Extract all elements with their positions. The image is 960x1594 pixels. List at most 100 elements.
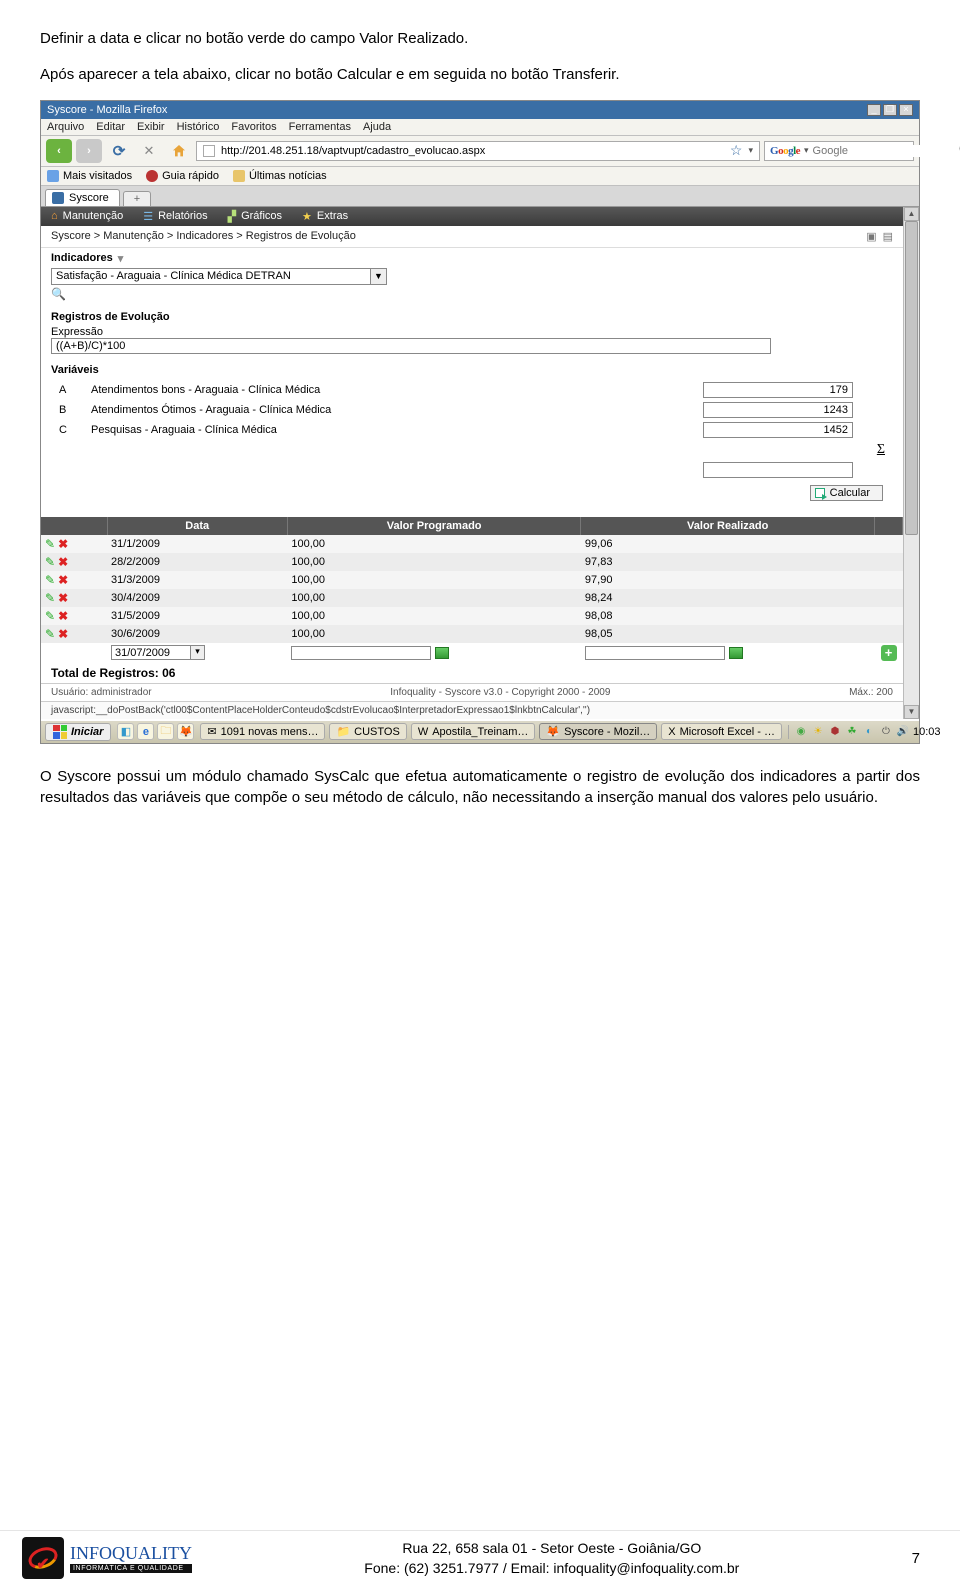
scroll-thumb[interactable] — [905, 221, 918, 536]
nav-extras[interactable]: ★ Extras — [302, 210, 348, 223]
bookmark-mais-visitados[interactable]: Mais visitados — [47, 170, 132, 182]
menu-editar[interactable]: Editar — [96, 121, 125, 133]
tab-label: Syscore — [69, 192, 109, 204]
expand-icon[interactable]: ▣ — [866, 230, 876, 243]
edit-icon[interactable]: ✎ — [45, 591, 55, 605]
task-label: Apostila_Treinam… — [432, 726, 528, 738]
edit-icon[interactable]: ✎ — [45, 555, 55, 569]
new-real-input[interactable] — [585, 646, 725, 660]
status-bar: Usuário: administrador Infoquality - Sys… — [41, 683, 903, 701]
start-button[interactable]: Iniciar — [45, 723, 111, 741]
search-dropdown-icon[interactable]: ▾ — [804, 145, 809, 156]
system-tray: ◉ ☀ ⬢ ☘ ◐ ⏻ 🔊 10:03 — [788, 725, 941, 739]
bookmark-guia-rapido[interactable]: Guia rápido — [146, 170, 219, 182]
menu-ferramentas[interactable]: Ferramentas — [289, 121, 351, 133]
delete-icon[interactable]: ✖ — [58, 609, 68, 623]
collapse-icon[interactable]: ▤ — [883, 230, 893, 243]
scroll-down-icon[interactable]: ▼ — [904, 705, 919, 719]
indicadores-label: Indicadores — [51, 252, 113, 264]
minimize-button[interactable]: _ — [867, 104, 881, 116]
dropdown-arrow-icon[interactable]: ▼ — [371, 268, 387, 285]
cell-prog: 100,00 — [287, 607, 581, 625]
edit-icon[interactable]: ✎ — [45, 627, 55, 641]
footer-contact: Fone: (62) 3251.7977 / Email: infoqualit… — [192, 1558, 912, 1578]
new-date-input[interactable] — [111, 645, 191, 660]
tab-syscore[interactable]: Syscore — [45, 189, 120, 206]
ql-desktop-icon[interactable]: ◧ — [117, 723, 134, 740]
bookmarks-bar: Mais visitados Guia rápido Últimas notíc… — [41, 167, 919, 186]
back-button[interactable]: ‹ — [46, 139, 72, 163]
nav-relatorios[interactable]: ☰ Relatórios — [143, 210, 207, 223]
reload-button[interactable]: ⟳ — [106, 139, 132, 163]
var-c-input[interactable] — [703, 422, 853, 438]
nav-graficos[interactable]: ▞ Gráficos — [228, 210, 282, 223]
sigma-icon[interactable]: Σ — [877, 442, 885, 457]
vertical-scrollbar[interactable]: ▲ ▼ — [903, 207, 919, 719]
close-button[interactable]: × — [899, 104, 913, 116]
menu-favoritos[interactable]: Favoritos — [231, 121, 276, 133]
expressao-input[interactable] — [51, 338, 771, 354]
bookmark-ultimas-noticias[interactable]: Últimas notícias — [233, 170, 327, 182]
edit-icon[interactable]: ✎ — [45, 573, 55, 587]
titlebar[interactable]: Syscore - Mozilla Firefox _ ❐ × — [41, 101, 919, 119]
tray-icon[interactable]: ⏻ — [879, 725, 893, 739]
taskbar-task[interactable]: WApostila_Treinam… — [411, 723, 536, 740]
forward-button[interactable]: › — [76, 139, 102, 163]
url-bar[interactable]: http://201.48.251.18/vaptvupt/cadastro_e… — [196, 141, 760, 161]
filter-icon[interactable]: ▾ — [118, 252, 124, 265]
var-row-a: A Atendimentos bons - Araguaia - Clínica… — [53, 381, 891, 399]
var-a-input[interactable] — [703, 382, 853, 398]
indicadores-select[interactable]: ▼ — [51, 268, 893, 285]
bookmark-star-icon[interactable]: ☆ — [730, 142, 743, 159]
magnify-icon[interactable]: 🔍 — [51, 287, 893, 301]
save-real-button[interactable] — [729, 647, 743, 659]
delete-icon[interactable]: ✖ — [58, 591, 68, 605]
page-icon — [203, 145, 215, 157]
expressao-label: Expressão — [51, 326, 893, 338]
ql-explorer-icon[interactable]: 🗀 — [157, 723, 174, 740]
delete-icon[interactable]: ✖ — [58, 555, 68, 569]
tray-volume-icon[interactable]: 🔊 — [896, 725, 910, 739]
indicadores-value[interactable] — [51, 268, 371, 285]
taskbar-task[interactable]: 📁CUSTOS — [329, 723, 406, 740]
taskbar-task[interactable]: 🦊Syscore - Mozil… — [539, 723, 657, 740]
ql-firefox-icon[interactable]: 🦊 — [177, 723, 194, 740]
home-button[interactable] — [166, 139, 192, 163]
ql-ie-icon[interactable]: e — [137, 723, 154, 740]
add-row-button[interactable]: + — [881, 645, 897, 661]
tray-icon[interactable]: ◉ — [794, 725, 808, 739]
scroll-up-icon[interactable]: ▲ — [904, 207, 919, 221]
taskbar-task[interactable]: XMicrosoft Excel - … — [661, 723, 782, 740]
delete-icon[interactable]: ✖ — [58, 537, 68, 551]
stop-button[interactable]: ✕ — [136, 139, 162, 163]
menu-historico[interactable]: Histórico — [177, 121, 220, 133]
tray-icon[interactable]: ⬢ — [828, 725, 842, 739]
tray-icon[interactable]: ☀ — [811, 725, 825, 739]
var-b-input[interactable] — [703, 402, 853, 418]
var-result-input[interactable] — [703, 462, 853, 478]
tab-bar: Syscore + — [41, 186, 919, 207]
save-prog-button[interactable] — [435, 647, 449, 659]
edit-icon[interactable]: ✎ — [45, 537, 55, 551]
new-tab-button[interactable]: + — [123, 191, 151, 206]
nav-manutencao[interactable]: ⌂ Manutenção — [51, 210, 123, 222]
new-prog-input[interactable] — [291, 646, 431, 660]
menu-exibir[interactable]: Exibir — [137, 121, 165, 133]
calcular-button[interactable]: Calcular — [810, 485, 883, 501]
edit-icon[interactable]: ✎ — [45, 609, 55, 623]
doc-paragraph-3: O Syscore possui um módulo chamado SysCa… — [40, 766, 920, 810]
cell-data: 31/3/2009 — [107, 571, 287, 589]
url-dropdown-icon[interactable]: ▾ — [748, 145, 753, 156]
delete-icon[interactable]: ✖ — [58, 573, 68, 587]
menu-ajuda[interactable]: Ajuda — [363, 121, 391, 133]
date-dropdown-icon[interactable]: ▾ — [191, 645, 205, 660]
delete-icon[interactable]: ✖ — [58, 627, 68, 641]
tray-icon[interactable]: ☘ — [845, 725, 859, 739]
taskbar-task[interactable]: ✉1091 novas mens… — [200, 723, 325, 740]
tray-icon[interactable]: ◐ — [862, 725, 876, 739]
search-box[interactable]: Google ▾ 🔍 — [764, 141, 914, 161]
search-input[interactable] — [813, 145, 955, 157]
menu-arquivo[interactable]: Arquivo — [47, 121, 84, 133]
maximize-button[interactable]: ❐ — [883, 104, 897, 116]
cell-real: 99,06 — [581, 535, 875, 553]
